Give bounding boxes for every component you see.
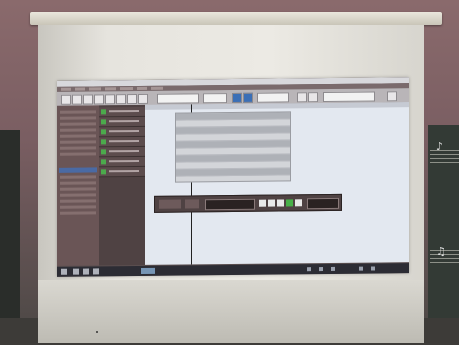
toolbar-button[interactable]	[138, 93, 148, 104]
tray-icon[interactable]	[359, 266, 363, 271]
dust-speck	[96, 331, 98, 333]
inspector-row[interactable]	[60, 211, 96, 215]
track-row[interactable]	[99, 106, 145, 118]
tray-icon[interactable]	[371, 266, 375, 271]
track-enable-indicator[interactable]	[101, 159, 106, 165]
toolbar-button[interactable]	[72, 94, 82, 105]
taskbar-active-app-icon[interactable]	[141, 267, 155, 274]
toolbar-meter	[323, 91, 375, 103]
inspector-row[interactable]	[60, 205, 96, 209]
inspector-row[interactable]	[60, 140, 96, 144]
menu-item[interactable]	[105, 87, 116, 91]
lane-row[interactable]	[176, 168, 290, 177]
staff-line	[430, 154, 459, 155]
note-glyph-icon: ♪	[436, 140, 444, 153]
inspector-row[interactable]	[60, 181, 96, 185]
toolbar-button[interactable]	[105, 94, 115, 105]
screen-roller-case	[30, 12, 442, 25]
toolbar-button[interactable]	[387, 91, 397, 102]
windows-start-icon[interactable]	[61, 268, 67, 275]
track-enable-indicator[interactable]	[101, 169, 106, 175]
rewind-button[interactable]	[259, 199, 266, 207]
play-icon[interactable]	[286, 199, 293, 207]
track-row[interactable]	[99, 146, 145, 158]
inspector-row[interactable]	[60, 128, 96, 132]
taskbar-app-icon[interactable]	[83, 268, 89, 275]
position-field[interactable]	[157, 93, 199, 104]
staff-line	[430, 258, 459, 259]
grid-toggle-button[interactable]	[243, 92, 253, 103]
projector-screen-lower	[38, 280, 424, 343]
toolbar-button[interactable]	[308, 92, 318, 103]
inspector-row[interactable]	[60, 175, 96, 179]
menu-item[interactable]	[120, 87, 133, 91]
inspector-row[interactable]	[60, 146, 96, 150]
taskbar-app-icon[interactable]	[73, 268, 79, 275]
inspector-row[interactable]	[60, 110, 96, 114]
transport-section	[185, 199, 199, 209]
toolbar-button[interactable]	[61, 94, 71, 105]
menu-item[interactable]	[89, 87, 101, 91]
record-icon[interactable]	[295, 199, 302, 207]
toolbar-button[interactable]	[297, 92, 307, 103]
inspector-section-header[interactable]	[59, 167, 97, 173]
track-name	[109, 129, 139, 133]
track-list	[99, 104, 145, 266]
menu-item[interactable]	[61, 87, 71, 91]
quantize-select[interactable]	[257, 92, 289, 103]
menu-item[interactable]	[137, 86, 147, 91]
track-enable-indicator[interactable]	[101, 109, 106, 115]
toolbar-button[interactable]	[83, 94, 93, 105]
track-row[interactable]	[99, 116, 145, 128]
track-enable-indicator[interactable]	[101, 149, 106, 155]
transport-time-display	[205, 198, 255, 211]
track-row[interactable]	[99, 126, 145, 138]
stop-button[interactable]	[277, 199, 284, 207]
staff-line	[430, 262, 459, 263]
inspector-row[interactable]	[60, 199, 96, 203]
staff-line	[430, 162, 459, 163]
inspector-row[interactable]	[60, 122, 96, 126]
tray-icon[interactable]	[307, 267, 311, 272]
track-name	[109, 119, 139, 123]
track-name	[109, 139, 139, 143]
transport-section	[159, 199, 181, 209]
track-enable-indicator[interactable]	[101, 139, 106, 145]
staff-line	[430, 158, 459, 159]
track-name	[109, 169, 139, 173]
tray-icon[interactable]	[331, 266, 335, 271]
inspector-row[interactable]	[60, 116, 96, 120]
track-inspector	[57, 105, 99, 266]
snap-toggle-button[interactable]	[232, 92, 242, 104]
toolbar-button[interactable]	[94, 94, 104, 105]
menu-item[interactable]	[151, 86, 163, 90]
inspector-row[interactable]	[60, 193, 96, 197]
track-name	[109, 149, 139, 153]
transport-bars-display	[307, 197, 339, 210]
track-enable-indicator[interactable]	[101, 119, 106, 125]
track-row[interactable]	[99, 136, 145, 148]
tempo-field[interactable]	[203, 93, 227, 104]
track-enable-indicator[interactable]	[101, 129, 106, 135]
inspector-row[interactable]	[60, 152, 96, 156]
toolbar-button[interactable]	[116, 94, 126, 105]
projected-daw-window	[57, 77, 409, 277]
menu-item[interactable]	[75, 87, 85, 91]
inspector-row[interactable]	[60, 134, 96, 138]
track-row[interactable]	[99, 156, 145, 168]
staff-line	[430, 150, 459, 151]
taskbar-app-icon[interactable]	[93, 268, 99, 275]
track-name	[109, 109, 139, 113]
transport-bar	[154, 193, 342, 213]
track-name	[109, 159, 139, 163]
forward-button[interactable]	[268, 199, 275, 207]
tray-icon[interactable]	[319, 267, 323, 272]
toolbar-button[interactable]	[127, 94, 137, 105]
editor-lane-panel[interactable]	[175, 111, 291, 183]
blackboard-left	[0, 130, 20, 345]
note-glyph-icon: ♫	[436, 245, 446, 258]
inspector-row[interactable]	[60, 187, 96, 191]
track-row[interactable]	[99, 166, 145, 178]
